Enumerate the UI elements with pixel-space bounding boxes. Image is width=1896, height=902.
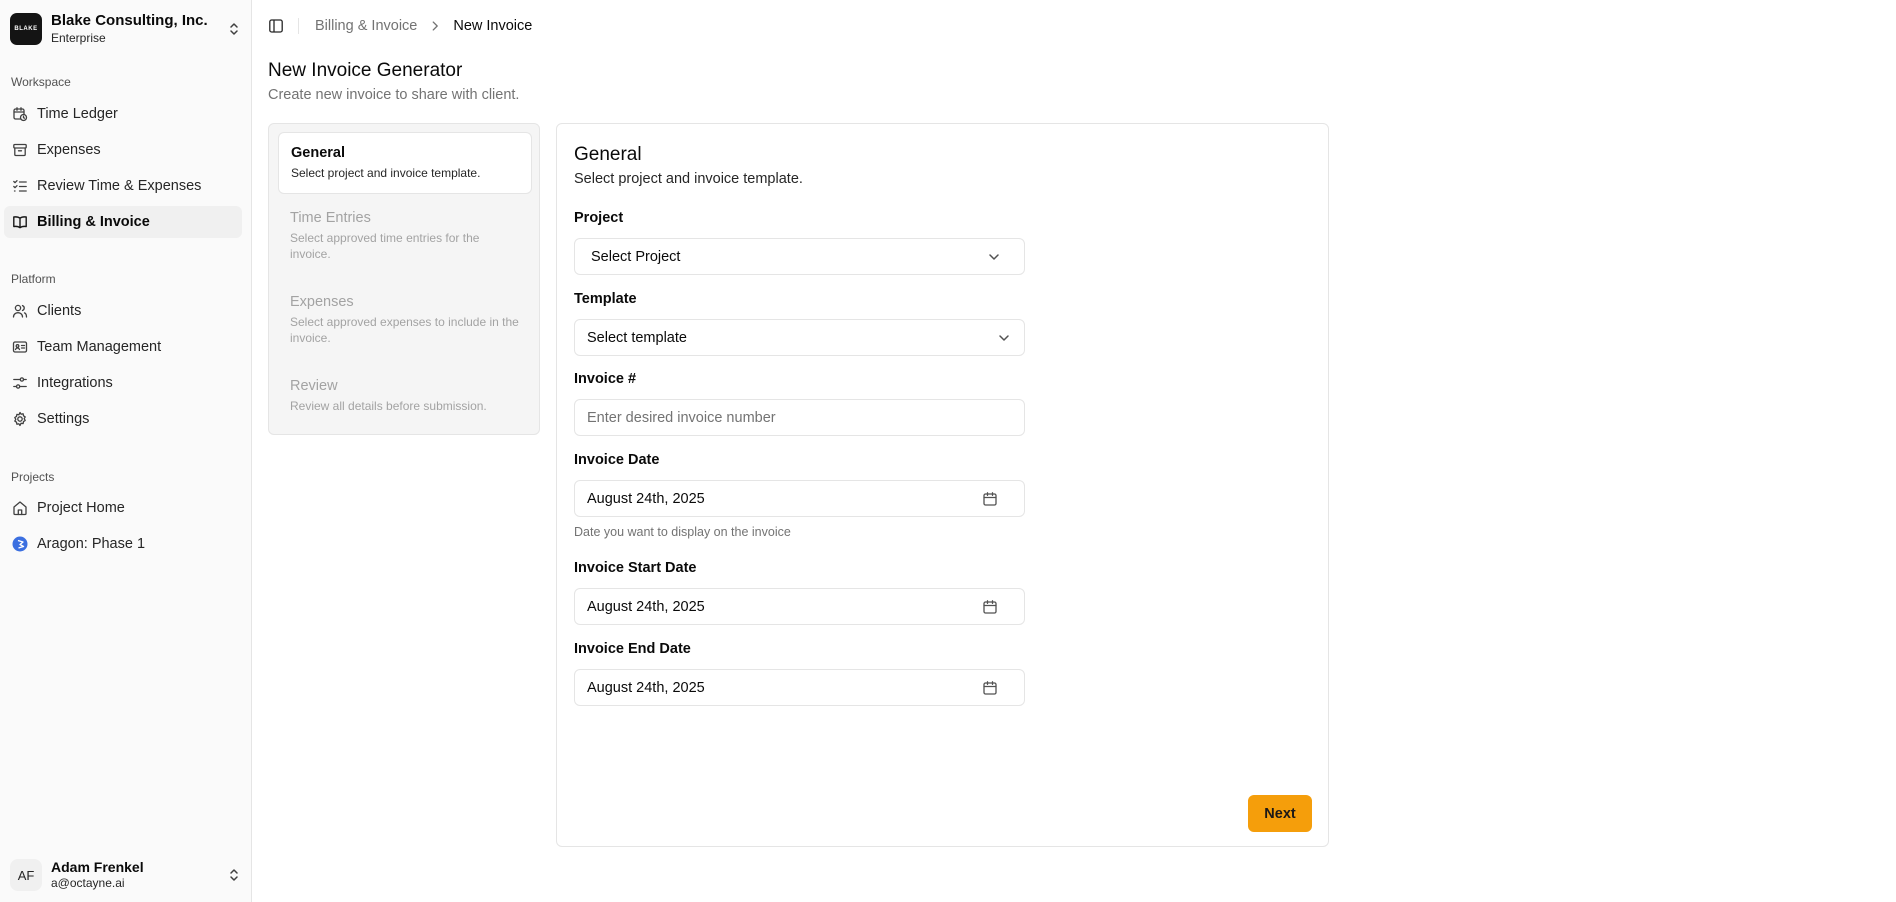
start-date-label: Invoice Start Date bbox=[574, 560, 697, 576]
step-title: Time Entries bbox=[290, 210, 371, 226]
step-title: Review bbox=[290, 378, 338, 394]
end-date-picker[interactable]: August 24th, 2025 bbox=[574, 669, 1025, 706]
form-card: General Select project and invoice templ… bbox=[556, 123, 1329, 847]
sidebar-item-label: Review Time & Expenses bbox=[37, 178, 202, 194]
chevrons-up-down-icon bbox=[230, 23, 238, 35]
next-button[interactable]: Next bbox=[1248, 795, 1312, 832]
user-name: Adam Frenkel bbox=[51, 859, 144, 876]
calendar-icon bbox=[983, 680, 997, 695]
chevron-down-icon bbox=[989, 253, 999, 260]
home-icon bbox=[13, 501, 27, 516]
platform-section-label: Platform bbox=[11, 272, 56, 286]
step-desc: Select approved time entries for the inv… bbox=[290, 231, 480, 262]
step-general[interactable]: General Select project and invoice templ… bbox=[278, 132, 532, 195]
wizard-steps: General Select project and invoice templ… bbox=[268, 123, 540, 435]
form-title: General bbox=[574, 144, 642, 165]
invoice-number-label: Invoice # bbox=[574, 371, 637, 387]
sliders-icon bbox=[13, 377, 27, 389]
end-date-value: August 24th, 2025 bbox=[587, 679, 705, 696]
project-label: Project bbox=[574, 210, 624, 226]
id-card-icon bbox=[12, 341, 28, 353]
gear-icon bbox=[14, 411, 26, 427]
step-desc: Review all details before submission. bbox=[290, 399, 487, 413]
sidebar-item-clients[interactable]: Clients bbox=[4, 295, 242, 327]
page-subtitle: Create new invoice to share with client. bbox=[268, 87, 520, 103]
calendar-clock-icon bbox=[13, 107, 28, 122]
calendar-icon bbox=[983, 599, 997, 614]
top-bar: Billing & Invoice New Invoice bbox=[268, 14, 532, 38]
start-date-value: August 24th, 2025 bbox=[587, 598, 705, 615]
step-time-entries[interactable]: Time Entries Select approved time entrie… bbox=[278, 198, 532, 274]
sidebar-item-label: Project Home bbox=[37, 500, 125, 516]
sidebar: BLAKE Blake Consulting, Inc. Enterprise … bbox=[0, 0, 252, 902]
sidebar-item-review-time-expenses[interactable]: Review Time & Expenses bbox=[4, 170, 242, 202]
template-select[interactable]: Select template bbox=[574, 319, 1025, 356]
sidebar-item-label: Settings bbox=[37, 411, 90, 427]
breadcrumb-current: New Invoice bbox=[453, 18, 533, 34]
chevron-down-icon bbox=[999, 334, 1009, 341]
avatar: AF bbox=[10, 859, 42, 891]
chevrons-up-down-icon bbox=[230, 869, 238, 881]
page-title: New Invoice Generator bbox=[268, 60, 463, 81]
projects-section-label: Projects bbox=[11, 470, 55, 484]
end-date-label: Invoice End Date bbox=[574, 641, 691, 657]
book-open-icon bbox=[13, 216, 27, 229]
user-menu[interactable]: AF Adam Frenkel a@octayne.ai bbox=[10, 855, 242, 895]
org-name: Blake Consulting, Inc. bbox=[51, 12, 208, 30]
template-label: Template bbox=[574, 291, 637, 307]
step-desc: Select approved expenses to include in t… bbox=[290, 315, 519, 346]
project-logo-icon bbox=[12, 536, 28, 552]
sidebar-item-integrations[interactable]: Integrations bbox=[4, 367, 242, 399]
list-check-icon bbox=[13, 180, 27, 192]
sidebar-item-label: Time Ledger bbox=[37, 106, 118, 122]
sidebar-item-aragon-phase-1[interactable]: Aragon: Phase 1 bbox=[4, 528, 242, 560]
breadcrumb-billing-invoice[interactable]: Billing & Invoice bbox=[315, 18, 417, 34]
step-expenses[interactable]: Expenses Select approved expenses to inc… bbox=[278, 282, 532, 358]
sidebar-item-time-ledger[interactable]: Time Ledger bbox=[4, 98, 242, 130]
invoice-date-picker[interactable]: August 24th, 2025 bbox=[574, 480, 1025, 517]
invoice-number-placeholder: Enter desired invoice number bbox=[587, 409, 776, 426]
sidebar-item-billing-invoice[interactable]: Billing & Invoice bbox=[4, 206, 242, 238]
chevron-right-icon bbox=[432, 21, 439, 31]
project-select-value: Select Project bbox=[591, 248, 681, 265]
calendar-icon bbox=[983, 491, 997, 506]
sidebar-item-label: Team Management bbox=[37, 339, 162, 355]
sidebar-item-settings[interactable]: Settings bbox=[4, 403, 242, 435]
step-desc: Select project and invoice template. bbox=[291, 166, 481, 180]
step-title: Expenses bbox=[290, 294, 354, 310]
sidebar-toggle-icon[interactable] bbox=[268, 18, 284, 34]
step-title: General bbox=[291, 145, 345, 161]
sidebar-item-label: Aragon: Phase 1 bbox=[37, 536, 146, 552]
sidebar-item-label: Billing & Invoice bbox=[37, 214, 150, 230]
workspace-section-label: Workspace bbox=[11, 75, 71, 89]
org-plan: Enterprise bbox=[51, 30, 106, 45]
sidebar-item-label: Expenses bbox=[37, 142, 101, 158]
sidebar-item-project-home[interactable]: Project Home bbox=[4, 492, 242, 524]
start-date-picker[interactable]: August 24th, 2025 bbox=[574, 588, 1025, 625]
form-subtitle: Select project and invoice template. bbox=[574, 171, 803, 187]
sidebar-item-expenses[interactable]: Expenses bbox=[4, 134, 242, 166]
sidebar-item-team-management[interactable]: Team Management bbox=[4, 331, 242, 363]
step-review[interactable]: Review Review all details before submiss… bbox=[278, 366, 532, 426]
sidebar-item-label: Integrations bbox=[37, 375, 113, 391]
invoice-date-label: Invoice Date bbox=[574, 452, 660, 468]
user-email: a@octayne.ai bbox=[51, 876, 125, 891]
users-icon bbox=[12, 304, 28, 318]
org-logo: BLAKE bbox=[10, 13, 42, 45]
template-select-value: Select template bbox=[587, 329, 687, 346]
sidebar-item-label: Clients bbox=[37, 303, 82, 319]
project-select[interactable]: Select Project bbox=[574, 238, 1025, 275]
invoice-date-help: Date you want to display on the invoice bbox=[574, 525, 791, 539]
invoice-date-value: August 24th, 2025 bbox=[587, 490, 705, 507]
org-switcher[interactable]: BLAKE Blake Consulting, Inc. Enterprise bbox=[10, 9, 242, 49]
breadcrumb: Billing & Invoice New Invoice bbox=[315, 18, 532, 34]
invoice-number-input[interactable]: Enter desired invoice number bbox=[574, 399, 1025, 436]
archive-icon bbox=[13, 143, 27, 157]
divider bbox=[298, 18, 299, 34]
